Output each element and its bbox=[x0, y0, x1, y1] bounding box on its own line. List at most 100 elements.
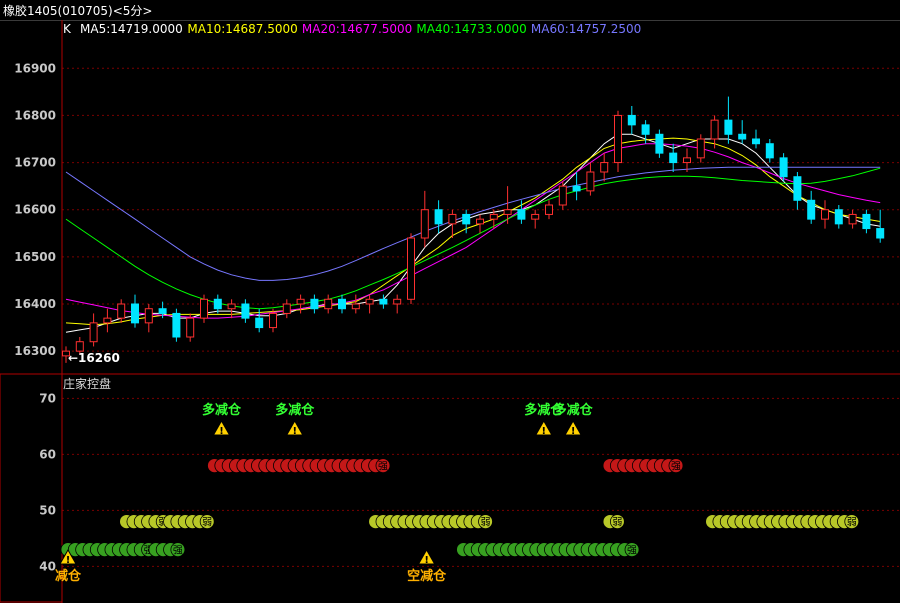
candle-body[interactable] bbox=[393, 298, 402, 305]
warning-icon-mark: ! bbox=[542, 426, 547, 437]
candle-body[interactable] bbox=[724, 119, 733, 135]
candle-body[interactable] bbox=[669, 152, 678, 164]
bead-label: 弱 bbox=[202, 517, 212, 529]
y-tick-label: 16800 bbox=[14, 108, 56, 122]
candle-body[interactable] bbox=[186, 317, 195, 338]
bead-label: 强 bbox=[627, 545, 637, 557]
candle-body[interactable] bbox=[696, 138, 705, 159]
sub-panel-title: 庄家控盘 bbox=[63, 376, 111, 391]
candle-body[interactable] bbox=[351, 303, 360, 310]
candle-body[interactable] bbox=[765, 143, 774, 159]
candle-body[interactable] bbox=[448, 213, 457, 225]
candle-body[interactable] bbox=[338, 298, 346, 310]
bead-label: 弱 bbox=[612, 517, 622, 529]
candle-body[interactable] bbox=[614, 114, 622, 164]
candle-body[interactable] bbox=[310, 298, 319, 310]
candle-body[interactable] bbox=[420, 209, 429, 239]
y-tick-label: 16400 bbox=[14, 297, 56, 311]
signal-label: 空减仓 bbox=[407, 568, 447, 584]
warning-icon-mark: ! bbox=[219, 426, 224, 437]
candle-body[interactable] bbox=[807, 199, 816, 220]
candle-body[interactable] bbox=[172, 312, 181, 338]
ma-legend-item: MA60:14757.2500 bbox=[531, 22, 641, 36]
ma-line-ma5 bbox=[65, 133, 881, 333]
candle-body[interactable] bbox=[407, 237, 415, 300]
candle-body[interactable] bbox=[862, 213, 871, 230]
candle-body[interactable] bbox=[710, 119, 719, 140]
low-price-marker: ←16260 bbox=[68, 351, 120, 365]
candle-body[interactable] bbox=[779, 157, 788, 178]
candle-body[interactable] bbox=[572, 185, 581, 192]
candle-body[interactable] bbox=[462, 213, 471, 225]
candle-body[interactable] bbox=[821, 209, 829, 220]
candle-body[interactable] bbox=[752, 138, 760, 145]
y-tick-label: 16700 bbox=[14, 156, 56, 170]
bead-label: 强 bbox=[173, 545, 183, 557]
candle-body[interactable] bbox=[641, 124, 650, 135]
candle-body[interactable] bbox=[545, 204, 553, 215]
candle-body[interactable] bbox=[365, 298, 374, 305]
candle-body[interactable] bbox=[476, 218, 484, 225]
candle-body[interactable] bbox=[655, 133, 664, 154]
warning-icon-mark: ! bbox=[571, 426, 576, 437]
ma-legend-item: MA40:14733.0000 bbox=[416, 22, 526, 36]
candle-body[interactable] bbox=[379, 298, 388, 305]
y-tick-label: 16600 bbox=[14, 203, 56, 217]
candle-body[interactable] bbox=[627, 114, 636, 126]
candle-body[interactable] bbox=[738, 133, 747, 140]
candle-body[interactable] bbox=[200, 298, 208, 319]
candle-body[interactable] bbox=[117, 303, 126, 319]
candle-body[interactable] bbox=[876, 228, 885, 239]
chart-canvas[interactable]: 16300 16400 16500 16600 16700 16800 16900 40 50… bbox=[0, 0, 900, 603]
indicator-label: K bbox=[63, 22, 72, 36]
ma-legend-item: MA5:14719.0000 bbox=[80, 22, 183, 36]
candle-body[interactable] bbox=[600, 162, 609, 173]
candle-body[interactable] bbox=[834, 209, 843, 225]
candle-body[interactable] bbox=[296, 298, 305, 305]
candle-body[interactable] bbox=[269, 312, 277, 329]
y-tick-label: 70 bbox=[39, 391, 56, 405]
bead-label: 强 bbox=[378, 461, 388, 473]
candle-body[interactable] bbox=[103, 317, 112, 324]
y-tick-label: 16500 bbox=[14, 250, 56, 264]
candle-body[interactable] bbox=[158, 308, 167, 314]
candles[interactable] bbox=[62, 96, 885, 363]
candle-body[interactable] bbox=[213, 298, 222, 310]
warning-icon-mark: ! bbox=[292, 426, 297, 437]
ma-legend-item: MA10:14687.5000 bbox=[187, 22, 297, 36]
beads: 强强弱弱弱弱弱强强强 bbox=[60, 458, 860, 557]
candle-body[interactable] bbox=[683, 157, 691, 164]
candle-body[interactable] bbox=[131, 303, 139, 324]
bead-label: 强 bbox=[671, 461, 681, 473]
candle-body[interactable] bbox=[586, 171, 595, 192]
candle-body[interactable] bbox=[75, 341, 84, 352]
candle-body[interactable] bbox=[227, 303, 236, 310]
candle-body[interactable] bbox=[517, 209, 526, 220]
ma-line-ma60 bbox=[65, 166, 881, 281]
bead-label: 弱 bbox=[481, 517, 491, 529]
candle-body[interactable] bbox=[793, 176, 802, 201]
candle-body[interactable] bbox=[558, 185, 567, 206]
candle-body[interactable] bbox=[241, 303, 250, 319]
candle-body[interactable] bbox=[489, 213, 498, 220]
signal-label: 多减仓 bbox=[554, 402, 594, 418]
ma-line-ma40 bbox=[65, 167, 881, 310]
y-tick-label: 60 bbox=[39, 447, 56, 461]
candle-body[interactable] bbox=[848, 213, 857, 225]
ma-line-ma10 bbox=[65, 137, 881, 326]
candle-body[interactable] bbox=[503, 209, 512, 215]
bead-label: 弱 bbox=[847, 517, 857, 529]
candle-body[interactable] bbox=[255, 317, 264, 329]
ma-line-ma20 bbox=[65, 143, 881, 319]
y-tick-label: 16900 bbox=[14, 61, 56, 75]
candle-body[interactable] bbox=[434, 209, 443, 225]
y-tick-label: 40 bbox=[39, 559, 56, 573]
candle-body[interactable] bbox=[89, 322, 98, 343]
candle-body[interactable] bbox=[144, 308, 153, 324]
signal-label: 减仓 bbox=[55, 568, 82, 584]
candle-body[interactable] bbox=[531, 213, 540, 220]
warning-icon-mark: ! bbox=[424, 555, 429, 566]
candle-body[interactable] bbox=[282, 303, 291, 314]
candle-body[interactable] bbox=[324, 298, 333, 310]
signal-label: 多减仓 bbox=[202, 402, 242, 418]
